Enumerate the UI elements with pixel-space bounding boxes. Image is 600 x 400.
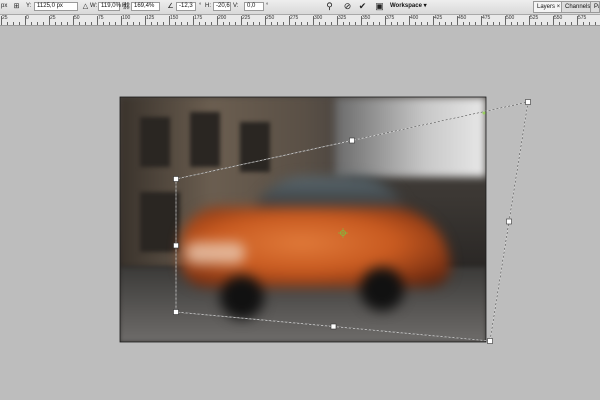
transform-bounding-box[interactable]: [0, 0, 600, 400]
handle-bottom-middle[interactable]: [330, 323, 337, 330]
handle-bottom-left[interactable]: [173, 309, 179, 315]
handle-top-middle[interactable]: [349, 137, 355, 144]
anchor-marker: [482, 111, 486, 115]
handle-left-middle[interactable]: [173, 242, 179, 249]
handle-bottom-right[interactable]: [487, 338, 493, 344]
handle-top-left[interactable]: [173, 176, 179, 182]
reference-point-icon[interactable]: [338, 228, 348, 238]
handle-top-right[interactable]: [525, 99, 531, 105]
handle-right-middle[interactable]: [506, 218, 512, 225]
